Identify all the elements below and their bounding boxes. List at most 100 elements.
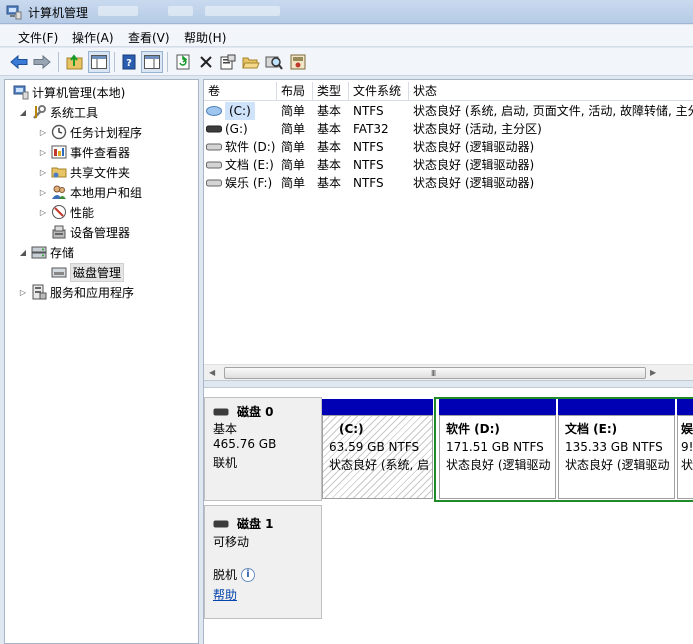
volume-row[interactable]: (C:) 简单 基本 NTFS 状态良好 (系统, 启动, 页面文件, 活动, … — [204, 102, 693, 120]
volume-status: 状态良好 (活动, 主分区) — [413, 122, 542, 136]
column-header-layout[interactable]: 布局 — [277, 82, 313, 101]
scroll-grip: III — [431, 369, 436, 378]
scroll-thumb[interactable]: III — [224, 367, 646, 379]
services-icon — [32, 284, 47, 300]
collapsed-arrow-icon[interactable]: ▷ — [37, 208, 49, 217]
disk-1-label[interactable]: 磁盘 1 可移动 脱机 i 帮助 — [204, 505, 322, 619]
volume-filesystem: FAT32 — [353, 122, 389, 136]
volume-row[interactable]: (G:) 简单 基本 FAT32 状态良好 (活动, 主分区) — [204, 120, 693, 138]
properties-icon[interactable] — [217, 51, 239, 73]
search-drive-icon[interactable] — [263, 51, 285, 73]
disk-icon — [213, 408, 229, 415]
disk-state: 脱机 — [213, 568, 238, 582]
show-hide-action-pane-icon[interactable] — [141, 51, 163, 73]
column-header-filesystem[interactable]: 文件系统 — [349, 82, 409, 101]
device-manager-icon — [52, 225, 66, 239]
toolbar-separator — [167, 52, 168, 72]
volume-filesystem: NTFS — [353, 158, 384, 172]
column-header-volume[interactable]: 卷 — [204, 82, 277, 101]
tree-label: 存储 — [50, 245, 75, 260]
show-hide-tree-icon[interactable] — [88, 51, 110, 73]
pane-divider[interactable] — [204, 380, 693, 388]
partition-c[interactable]: (C:) 63.59 GB NTFS 状态良好 (系统, 启 — [322, 399, 433, 499]
collapsed-arrow-icon[interactable]: ▷ — [17, 288, 29, 297]
refresh-icon[interactable] — [172, 51, 194, 73]
volume-row[interactable]: 娱乐 (F:) 简单 基本 NTFS 状态良好 (逻辑驱动器) — [204, 174, 693, 192]
back-arrow-icon[interactable] — [8, 51, 30, 73]
collapsed-arrow-icon[interactable]: ▷ — [37, 168, 49, 177]
help-book-icon[interactable]: ? — [118, 51, 140, 73]
performance-icon — [52, 205, 66, 219]
tree-item-system-tools[interactable]: ◢ 系统工具 — [17, 102, 98, 122]
volume-layout: 简单 — [281, 176, 306, 190]
volume-row[interactable]: 软件 (D:) 简单 基本 NTFS 状态良好 (逻辑驱动器) — [204, 138, 693, 156]
partition-size: 9! — [681, 440, 693, 454]
tree-item-task-scheduler[interactable]: ▷ 任务计划程序 — [37, 122, 142, 142]
partition-d[interactable]: 软件 (D:) 171.51 GB NTFS 状态良好 (逻辑驱动 — [439, 399, 556, 499]
column-header-type[interactable]: 类型 — [313, 82, 349, 101]
volume-type: 基本 — [317, 122, 342, 136]
tree-label: 任务计划程序 — [70, 125, 143, 140]
help-link[interactable]: 帮助 — [213, 586, 237, 603]
disk-properties-icon[interactable] — [287, 51, 309, 73]
tree-item-disk-management[interactable]: 磁盘管理 — [49, 262, 125, 282]
menu-file[interactable]: 文件(F) — [18, 29, 58, 46]
disk-type: 可移动 — [213, 535, 250, 549]
scroll-right-icon[interactable]: ▶ — [650, 368, 656, 377]
delete-x-icon[interactable] — [195, 51, 217, 73]
partition-e[interactable]: 文档 (E:) 135.33 GB NTFS 状态良好 (逻辑驱动 — [558, 399, 675, 499]
users-icon — [52, 185, 66, 199]
collapsed-arrow-icon[interactable]: ▷ — [37, 128, 49, 137]
tree-item-services-apps[interactable]: ▷ 服务和应用程序 — [17, 282, 134, 302]
shared-folder-icon — [51, 167, 67, 178]
drive-icon — [206, 179, 222, 187]
partition-f[interactable]: 娱 9! 状 — [677, 399, 693, 499]
tree-item-storage[interactable]: ◢ 存储 — [17, 242, 74, 262]
volume-layout: 简单 — [281, 104, 306, 118]
disk-type: 基本 — [213, 422, 238, 436]
expanded-arrow-icon[interactable]: ◢ — [17, 108, 29, 117]
menu-help[interactable]: 帮助(H) — [184, 29, 226, 46]
tree-item-device-manager[interactable]: 设备管理器 — [49, 222, 130, 242]
disk-0-label[interactable]: 磁盘 0 基本 465.76 GB 联机 — [204, 397, 322, 501]
collapsed-arrow-icon[interactable]: ▷ — [37, 148, 49, 157]
tree-item-root[interactable]: 计算机管理(本地) — [11, 82, 125, 102]
volume-list-header: 卷 布局 类型 文件系统 状态 — [204, 82, 693, 101]
background-title-blur — [168, 6, 193, 16]
volume-type: 基本 — [317, 140, 342, 154]
drive-icon — [206, 143, 222, 151]
logical-drive-bar — [677, 399, 693, 415]
tree-item-event-viewer[interactable]: ▷ 事件查看器 — [37, 142, 130, 162]
column-header-status[interactable]: 状态 — [409, 82, 693, 101]
svg-text:?: ? — [126, 58, 132, 69]
disk-state: 联机 — [213, 456, 238, 470]
tree-item-local-users[interactable]: ▷ 本地用户和组 — [37, 182, 142, 202]
volume-filesystem: NTFS — [353, 140, 384, 154]
open-folder-icon[interactable] — [240, 51, 262, 73]
tree-item-performance[interactable]: ▷ 性能 — [37, 202, 94, 222]
expanded-arrow-icon[interactable]: ◢ — [17, 248, 29, 257]
volume-type: 基本 — [317, 158, 342, 172]
tools-icon — [33, 105, 46, 119]
collapsed-arrow-icon[interactable]: ▷ — [37, 188, 49, 197]
menu-action[interactable]: 操作(A) — [72, 29, 114, 46]
tree-label: 服务和应用程序 — [50, 285, 135, 300]
storage-icon — [31, 246, 47, 259]
tree-item-shared-folders[interactable]: ▷ 共享文件夹 — [37, 162, 130, 182]
volume-type: 基本 — [317, 104, 342, 118]
horizontal-scrollbar[interactable]: ◀ III ▶ — [204, 364, 693, 380]
info-icon[interactable]: i — [241, 567, 256, 582]
partition-name: (C:) — [339, 422, 364, 436]
volume-name: (G:) — [225, 122, 248, 136]
forward-arrow-icon[interactable] — [31, 51, 53, 73]
menu-view[interactable]: 查看(V) — [128, 29, 170, 46]
volume-row[interactable]: 文档 (E:) 简单 基本 NTFS 状态良好 (逻辑驱动器) — [204, 156, 693, 174]
disk-title: 磁盘 0 — [237, 405, 274, 419]
tree-label: 系统工具 — [50, 105, 99, 120]
drive-icon — [206, 161, 222, 169]
tree-label: 计算机管理(本地) — [32, 85, 126, 100]
tree-label: 共享文件夹 — [70, 165, 131, 180]
scroll-left-icon[interactable]: ◀ — [209, 368, 215, 377]
up-folder-icon[interactable] — [64, 51, 86, 73]
disk-size: 465.76 GB — [213, 437, 277, 451]
